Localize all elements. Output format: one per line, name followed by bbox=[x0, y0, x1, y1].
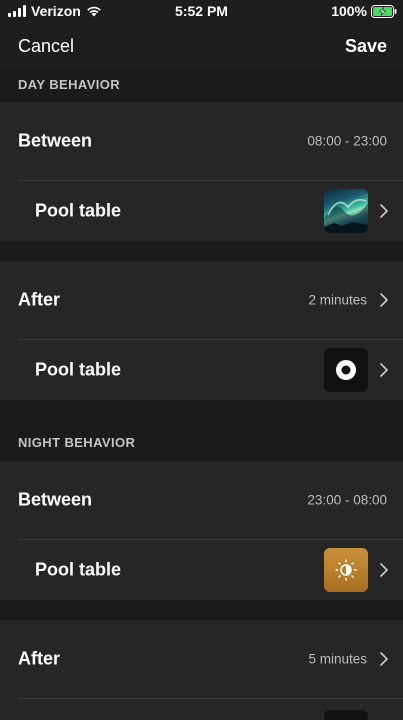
chevron-right-icon bbox=[380, 363, 388, 377]
day-after-room-label: Pool table bbox=[35, 359, 122, 380]
battery-charging-icon bbox=[371, 4, 397, 18]
dimmed-brightness-icon bbox=[324, 548, 368, 592]
night-between-time-range: 23:00 - 08:00 bbox=[307, 492, 387, 508]
day-between-row[interactable]: Between 08:00 - 23:00 bbox=[0, 102, 403, 180]
night-behavior-heading: NIGHT BEHAVIOR bbox=[18, 435, 136, 450]
chevron-right-icon bbox=[380, 204, 388, 218]
day-between-group: Between 08:00 - 23:00 Pool table bbox=[0, 102, 403, 241]
section-header-night-behavior: NIGHT BEHAVIOR bbox=[0, 400, 403, 461]
day-between-time-range: 08:00 - 23:00 bbox=[307, 133, 387, 149]
night-after-row[interactable]: After 5 minutes bbox=[0, 620, 403, 698]
night-after-group: After 5 minutes bbox=[0, 620, 403, 720]
chevron-right-icon bbox=[380, 563, 388, 577]
day-after-duration: 2 minutes bbox=[308, 292, 367, 308]
night-between-group: Between 23:00 - 08:00 Pool table bbox=[0, 461, 403, 600]
battery-percent: 100% bbox=[331, 3, 367, 19]
day-after-room-row[interactable]: Pool table bbox=[0, 340, 403, 400]
night-between-room-label: Pool table bbox=[35, 559, 122, 580]
save-button[interactable]: Save bbox=[345, 36, 387, 57]
day-after-label: After bbox=[18, 289, 61, 310]
row-divider bbox=[18, 698, 403, 699]
chevron-right-icon bbox=[380, 652, 388, 666]
light-off-icon bbox=[324, 348, 368, 392]
night-after-duration: 5 minutes bbox=[308, 651, 367, 667]
day-between-room-label: Pool table bbox=[35, 200, 122, 221]
day-after-group: After 2 minutes Pool table bbox=[0, 261, 403, 400]
day-between-room-row[interactable]: Pool table bbox=[0, 181, 403, 241]
cancel-button[interactable]: Cancel bbox=[18, 36, 74, 57]
aurora-scene-thumbnail bbox=[324, 189, 368, 233]
day-behavior-heading: DAY BEHAVIOR bbox=[18, 77, 121, 92]
night-between-room-row[interactable]: Pool table bbox=[0, 540, 403, 600]
status-bar: Verizon 5:52 PM 100% bbox=[0, 0, 403, 24]
day-between-label: Between bbox=[18, 130, 93, 151]
section-header-day-behavior: DAY BEHAVIOR bbox=[0, 68, 403, 102]
day-after-row[interactable]: After 2 minutes bbox=[0, 261, 403, 339]
light-off-icon bbox=[324, 710, 368, 720]
navigation-bar: Cancel Save bbox=[0, 24, 403, 68]
night-after-label: After bbox=[18, 648, 61, 669]
night-between-row[interactable]: Between 23:00 - 08:00 bbox=[0, 461, 403, 539]
chevron-right-icon bbox=[380, 293, 388, 307]
status-bar-right: 100% bbox=[331, 3, 397, 19]
night-between-label: Between bbox=[18, 489, 93, 510]
